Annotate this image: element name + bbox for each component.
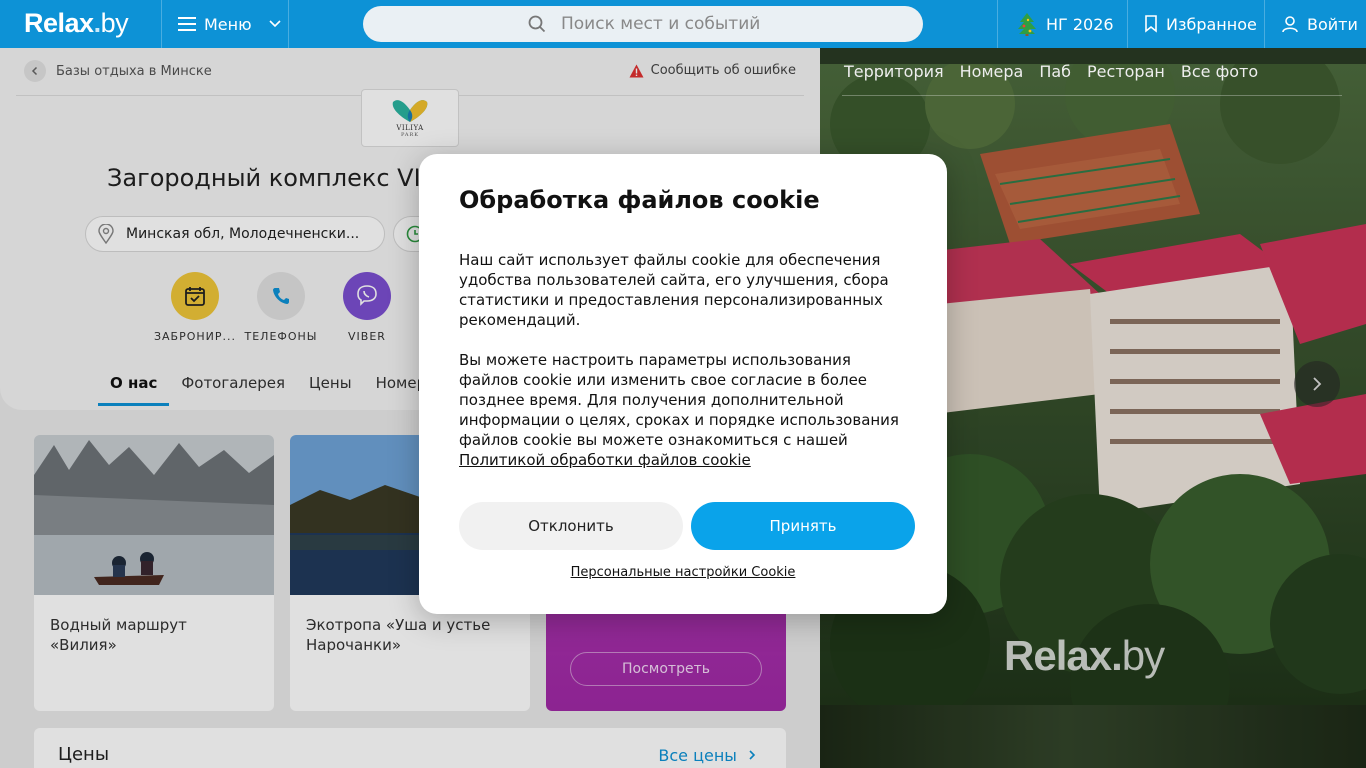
gallery-tab-rooms[interactable]: Номера [960, 62, 1024, 81]
site-logo[interactable]: Relax.by [24, 8, 129, 39]
cookie-paragraph-2: Вы можете настроить параметры использова… [459, 350, 909, 470]
gallery-tab-pub[interactable]: Паб [1039, 62, 1071, 81]
cookie-dialog-title: Обработка файлов cookie [459, 186, 820, 214]
gallery-tabs: Территория Номера Паб Ресторан Все фото [844, 62, 1258, 81]
gallery-tab-territory[interactable]: Территория [844, 62, 944, 81]
gallery-tab-restaurant[interactable]: Ресторан [1087, 62, 1165, 81]
divider [288, 0, 289, 48]
divider [842, 95, 1342, 96]
login-link[interactable]: Войти [1281, 0, 1358, 48]
top-navbar: Relax.by Меню Поиск мест и событий НГ 20… [0, 0, 1366, 48]
divider [1127, 0, 1128, 48]
personal-cookie-settings-link[interactable]: Персональные настройки Cookie [419, 565, 947, 580]
accept-button[interactable]: Принять [691, 502, 915, 550]
divider [161, 0, 162, 48]
chevron-down-icon [269, 20, 281, 28]
search-icon [528, 15, 546, 33]
cookie-consent-dialog: Обработка файлов cookie Наш сайт использ… [419, 154, 947, 614]
menu-button[interactable]: Меню [178, 0, 282, 48]
cookie-paragraph-1: Наш сайт использует файлы cookie для обе… [459, 251, 889, 329]
hamburger-icon [178, 17, 196, 31]
divider [997, 0, 998, 48]
christmas-tree-icon [1018, 13, 1036, 36]
new-year-label: НГ 2026 [1046, 14, 1114, 34]
new-year-link[interactable]: НГ 2026 [1016, 0, 1114, 48]
logo-dot: . [93, 8, 102, 38]
decline-button[interactable]: Отклонить [459, 502, 683, 550]
logo-suffix: by [100, 8, 129, 38]
user-icon [1282, 16, 1298, 33]
search-input[interactable]: Поиск мест и событий [363, 6, 923, 42]
gallery-tab-all-photos[interactable]: Все фото [1181, 62, 1258, 81]
divider [1264, 0, 1265, 48]
search-placeholder: Поиск мест и событий [561, 14, 761, 34]
menu-label: Меню [204, 14, 252, 34]
cookie-policy-link[interactable]: Политикой обработки файлов cookie [459, 451, 751, 469]
cookie-paragraph-2-text: Вы можете настроить параметры использова… [459, 351, 899, 449]
favorites-link[interactable]: Избранное [1144, 0, 1257, 48]
bookmark-icon [1145, 15, 1157, 33]
favorites-label: Избранное [1166, 14, 1257, 34]
logo-main: Relax [24, 8, 94, 38]
login-label: Войти [1307, 14, 1358, 34]
